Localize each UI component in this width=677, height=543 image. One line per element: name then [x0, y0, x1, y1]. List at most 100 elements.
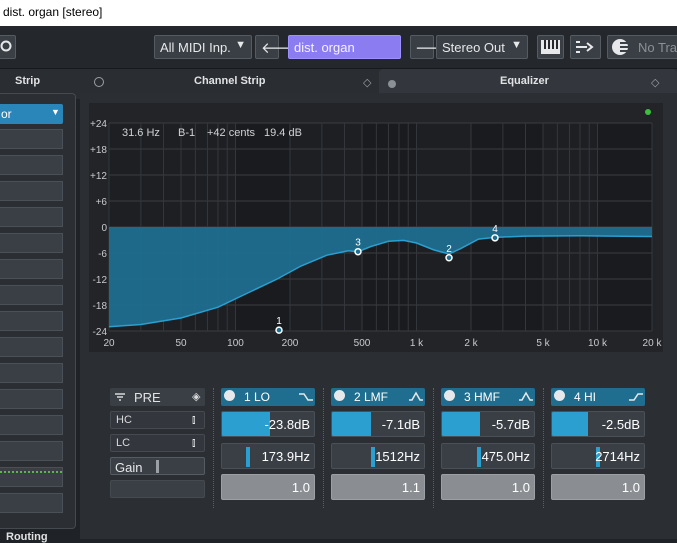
midi-input-label: All MIDI Inp. — [160, 40, 231, 55]
eq-band-node[interactable] — [491, 234, 499, 242]
lc-slope-icon: ⫾ — [192, 436, 196, 449]
midi-input-select[interactable]: All MIDI Inp. ▼ — [154, 35, 252, 59]
band-name: 3 HMF — [464, 390, 500, 404]
routing-header: Routing — [6, 531, 48, 543]
track-name-label: dist. organ — [294, 40, 355, 55]
strip-slot[interactable] — [0, 493, 63, 513]
peak-icon — [409, 391, 423, 401]
strip-slot[interactable] — [0, 233, 63, 253]
band-gain-value: -5.7dB — [491, 417, 530, 432]
search-button[interactable] — [0, 35, 16, 59]
cursor-readout: +42 cents — [207, 127, 256, 139]
eq-node-label: 4 — [492, 224, 498, 235]
keyboard-button[interactable] — [537, 35, 564, 59]
band-q-slider[interactable]: 1.1 — [331, 474, 425, 500]
diamond-icon: ◈ — [192, 391, 201, 403]
y-tick-label: -18 — [93, 301, 108, 312]
strip-slot[interactable] — [0, 259, 63, 279]
strip-slot[interactable] — [0, 285, 63, 305]
band-gain-slider[interactable]: -2.5dB — [551, 411, 645, 437]
band-freq-slider[interactable]: 173.9Hz — [221, 443, 315, 469]
strip-slot[interactable] — [0, 181, 63, 201]
route-button[interactable] — [570, 35, 601, 59]
band-freq-value: 173.9Hz — [261, 449, 310, 464]
strip-slot[interactable] — [0, 389, 63, 409]
strip-slot[interactable] — [0, 337, 63, 357]
track-selector[interactable]: No Tra — [607, 35, 677, 59]
x-tick-label: 100 — [227, 338, 244, 349]
output-label: Stereo Out — [442, 40, 505, 55]
strip-type-label: or — [1, 107, 12, 121]
status-led — [645, 109, 651, 115]
output-arrow-right-button[interactable]: 🡒 — [410, 35, 455, 59]
strip-type-select[interactable]: or ▼ — [0, 104, 63, 124]
x-tick-label: 2 k — [464, 338, 478, 349]
output-select[interactable]: Stereo Out ▼ — [436, 35, 528, 59]
strip-slot[interactable] — [0, 467, 63, 487]
band-header[interactable]: 3 HMF — [441, 388, 535, 406]
band-header[interactable]: 1 LO — [221, 388, 315, 406]
x-tick-label: 20 k — [643, 338, 663, 349]
freq-handle[interactable] — [477, 447, 481, 467]
freq-handle[interactable] — [246, 447, 250, 467]
divider — [543, 388, 544, 508]
eq-graph-svg[interactable]: +24 +18 +12 +6 0 -6 -12 -18 -2420 50 100 200 500 1 k 2… — [89, 103, 663, 352]
piano-keys-icon — [541, 40, 560, 54]
eq-node-label: 3 — [355, 238, 361, 249]
eq-graph[interactable]: +24 +18 +12 +6 0 -6 -12 -18 -24 20 50 100 200 500 1 k 2… — [89, 103, 663, 352]
band-q-value: 1.1 — [401, 480, 420, 495]
strip-slot[interactable] — [0, 155, 63, 175]
power-icon[interactable] — [224, 390, 235, 401]
strip-slot[interactable] — [0, 415, 63, 435]
monitor-arrow-left-button[interactable]: 🡐 — [255, 35, 301, 59]
band-q-slider[interactable]: 1.0 — [441, 474, 535, 500]
eq-band-3: 3 HMF -5.7dB 475.0Hz 1.0 — [441, 388, 535, 500]
strip-slot[interactable] — [0, 207, 63, 227]
eq-band-node[interactable] — [354, 247, 362, 256]
band-gain-slider[interactable]: -23.8dB — [221, 411, 315, 437]
strip-header: Strip — [15, 75, 41, 87]
band-name: 1 LO — [244, 390, 271, 404]
band-q-slider[interactable]: 1.0 — [551, 474, 645, 500]
band-freq-slider[interactable]: 2714Hz — [551, 443, 645, 469]
power-icon[interactable] — [554, 390, 565, 401]
eq-band-node[interactable] — [275, 326, 283, 334]
band-gain-slider[interactable]: -5.7dB — [441, 411, 535, 437]
band-header[interactable]: 4 HI — [551, 388, 645, 406]
eq-band-node[interactable] — [445, 254, 453, 262]
band-freq-value: 475.0Hz — [481, 449, 530, 464]
band-name: 4 HI — [574, 390, 597, 404]
strip-slot[interactable] — [0, 311, 63, 331]
pre-gain-slider[interactable]: Gain — [110, 457, 205, 475]
filter-icon — [115, 393, 125, 401]
band-freq-slider[interactable]: 475.0Hz — [441, 443, 535, 469]
track-name-field[interactable]: dist. organ — [288, 35, 401, 59]
power-icon[interactable] — [444, 390, 455, 401]
hc-filter[interactable]: HC ⫾ — [110, 411, 205, 429]
gain-fill — [442, 412, 480, 436]
power-icon[interactable] — [334, 390, 345, 401]
lc-label: LC — [116, 437, 131, 449]
hc-label: HC — [116, 414, 132, 426]
x-tick-label: 5 k — [536, 338, 550, 349]
band-gain-slider[interactable]: -7.1dB — [331, 411, 425, 437]
lc-filter[interactable]: LC ⫾ — [110, 434, 205, 452]
cursor-readout: 31.6 Hz — [122, 127, 160, 139]
eq-node-label: 2 — [446, 244, 452, 255]
band-freq-value: 2714Hz — [595, 449, 640, 464]
strip-slot[interactable] — [0, 363, 63, 383]
strip-slot[interactable] — [0, 441, 63, 461]
gain-fill — [332, 412, 371, 436]
y-tick-label: +12 — [90, 171, 107, 182]
strip-slot[interactable] — [0, 129, 63, 149]
track-icon — [612, 39, 628, 55]
band-freq-slider[interactable]: 1512Hz — [331, 443, 425, 469]
y-tick-label: 0 — [101, 223, 107, 234]
low-shelf-icon — [299, 393, 313, 401]
pre-empty-slot[interactable] — [110, 480, 205, 498]
band-header[interactable]: 2 LMF — [331, 388, 425, 406]
x-tick-label: 20 — [103, 338, 115, 349]
chevron-down-icon: ▼ — [235, 39, 246, 51]
pre-gain-handle[interactable] — [156, 460, 159, 473]
band-q-slider[interactable]: 1.0 — [221, 474, 315, 500]
